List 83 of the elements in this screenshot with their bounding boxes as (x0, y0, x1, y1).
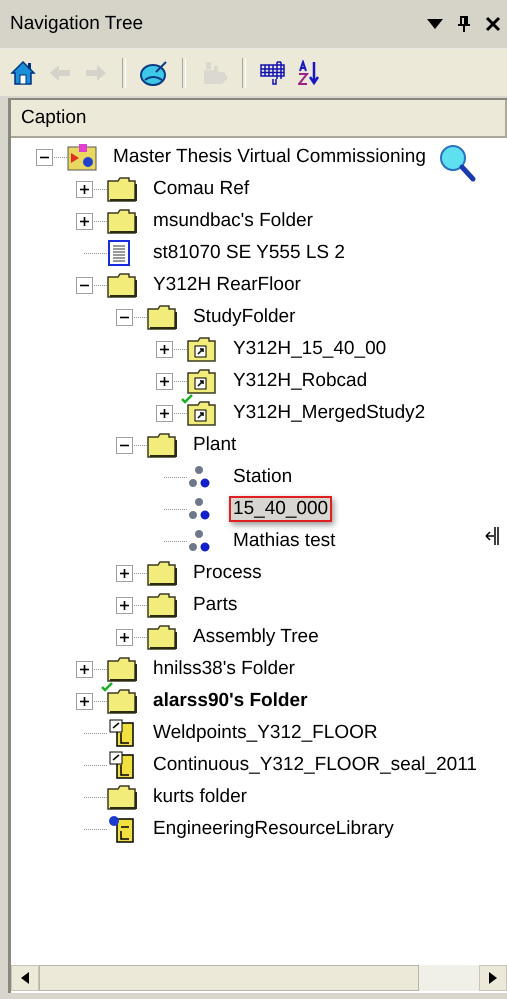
tree-item[interactable]: Comau Ref (149, 176, 254, 202)
expand-toggle[interactable] (156, 340, 173, 358)
library-icon (107, 815, 135, 843)
right-arrow-icon (84, 63, 108, 83)
plus-icon (119, 600, 130, 610)
station-icon (187, 464, 211, 490)
tree-item[interactable]: Assembly Tree (189, 624, 323, 650)
expand-toggle[interactable] (116, 596, 133, 614)
plus-icon (159, 376, 170, 386)
tree-item[interactable]: Y312H_15_40_00 (229, 336, 390, 362)
tree-item[interactable]: Continuous_Y312_FLOOR_seal_2011 (149, 752, 481, 778)
tree-item[interactable]: Y312H RearFloor (149, 272, 305, 298)
expand-toggle[interactable] (116, 628, 133, 646)
operation-icon (107, 751, 135, 779)
tree-item[interactable]: Process (189, 560, 266, 586)
pin-icon[interactable] (457, 16, 471, 32)
tree-item[interactable]: Y312H_MergedStudy2 (229, 400, 430, 426)
left-arrow-icon (48, 63, 72, 83)
scroll-right-button[interactable] (479, 965, 507, 991)
tree-item[interactable]: Station (229, 464, 296, 490)
tree-item[interactable]: Parts (189, 592, 242, 618)
shortcut-folder-icon (187, 400, 217, 426)
split-cursor-icon (485, 526, 501, 546)
tree-item[interactable]: kurts folder (149, 784, 251, 810)
plus-icon (159, 344, 170, 354)
folder-icon (147, 624, 177, 650)
expand-toggle[interactable] (36, 148, 53, 166)
right-triangle-icon (489, 972, 497, 984)
expand-toggle[interactable] (116, 436, 133, 454)
plus-icon (159, 408, 170, 418)
folder-icon (107, 272, 137, 298)
plus-icon (79, 216, 90, 226)
expand-toggle[interactable] (116, 564, 133, 582)
dropdown-icon[interactable] (427, 19, 443, 29)
folder-icon (107, 208, 137, 234)
station-icon (187, 496, 211, 522)
search-icon[interactable] (438, 143, 476, 183)
shortcut-folder-icon (187, 336, 217, 362)
expand-toggle[interactable] (156, 404, 173, 422)
folder-icon (107, 656, 137, 682)
folder-icon (107, 784, 137, 810)
plus-icon (79, 696, 90, 706)
tree-item[interactable]: Mathias test (229, 528, 340, 554)
scroll-thumb[interactable] (39, 965, 419, 991)
folder-icon (147, 304, 177, 330)
folder-icon (107, 176, 137, 202)
horizontal-scrollbar[interactable] (11, 965, 507, 991)
tree-item[interactable]: alarss90's Folder (149, 688, 312, 714)
tree-item[interactable]: Y312H_Robcad (229, 368, 372, 394)
tree-item[interactable]: st81070 SE Y555 LS 2 (149, 240, 349, 266)
expand-toggle[interactable] (116, 308, 133, 326)
folder-icon (147, 432, 177, 458)
expand-toggle[interactable] (76, 692, 93, 710)
tree-item[interactable]: Plant (189, 432, 240, 458)
document-icon (107, 240, 131, 266)
expand-toggle[interactable] (76, 276, 93, 294)
tree-item[interactable]: hnilss38's Folder (149, 656, 299, 682)
tree-item[interactable]: 15_40_000 (229, 496, 332, 522)
plus-icon (79, 664, 90, 674)
folder-icon (147, 592, 177, 618)
column-header[interactable]: Caption (11, 100, 507, 138)
close-icon[interactable] (485, 16, 501, 32)
scroll-left-button[interactable] (11, 965, 39, 991)
tree-item[interactable]: Weldpoints_Y312_FLOOR (149, 720, 382, 746)
plus-icon (79, 184, 90, 194)
operation-icon (107, 719, 135, 747)
shortcut-folder-icon (187, 368, 217, 394)
tree-item[interactable]: StudyFolder (189, 304, 300, 330)
folder-icon (147, 560, 177, 586)
project-icon (67, 143, 97, 171)
plus-icon (119, 632, 130, 642)
tree-item[interactable]: msundbac's Folder (149, 208, 317, 234)
tree-item[interactable]: Master Thesis Virtual Commissioning (109, 144, 430, 170)
station-icon (187, 528, 211, 554)
folder-icon (107, 688, 137, 714)
expand-toggle[interactable] (76, 180, 93, 198)
expand-toggle[interactable] (156, 372, 173, 390)
panel-title: Navigation Tree (10, 13, 144, 35)
left-triangle-icon (21, 972, 29, 984)
plus-icon (119, 568, 130, 578)
expand-toggle[interactable] (76, 212, 93, 230)
expand-toggle[interactable] (76, 660, 93, 678)
tree-item[interactable]: EngineeringResourceLibrary (149, 816, 398, 842)
